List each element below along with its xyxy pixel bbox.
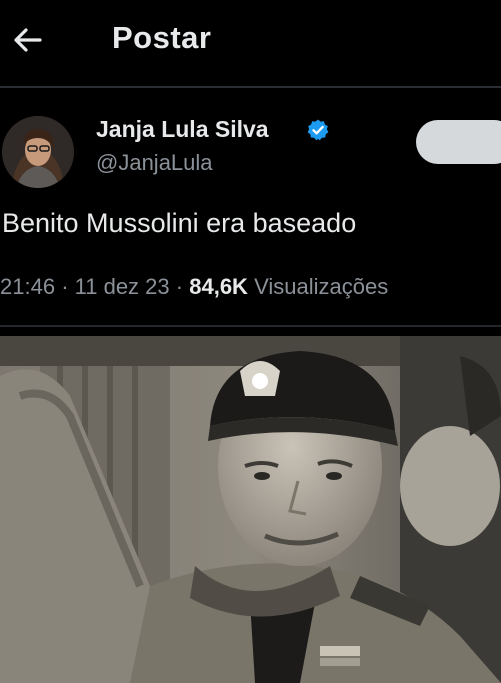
meta-separator: · xyxy=(61,274,69,299)
tweet: Janja Lula Silva @JanjaLula Benito Musso… xyxy=(0,88,501,333)
back-button[interactable] xyxy=(10,22,50,58)
verified-badge-icon xyxy=(307,119,329,141)
page-title: Postar xyxy=(112,20,212,55)
tweet-detail-screen: Postar Janja Lula Silva @JanjaLula Benit… xyxy=(0,0,501,683)
views-count[interactable]: 84,6K xyxy=(189,274,248,299)
follow-button[interactable] xyxy=(416,120,501,164)
meta-separator: · xyxy=(175,274,184,299)
tweet-date[interactable]: 11 dez 23 xyxy=(75,274,170,299)
author-handle[interactable]: @JanjaLula xyxy=(96,150,213,176)
avatar[interactable] xyxy=(2,116,74,188)
tweet-text: Benito Mussolini era baseado xyxy=(2,208,357,238)
top-bar: Postar xyxy=(0,0,501,88)
avatar-photo xyxy=(2,116,74,188)
divider xyxy=(0,325,501,327)
views-label[interactable]: Visualizações xyxy=(254,274,388,299)
tweet-image xyxy=(0,336,501,683)
tweet-time: 21:46 xyxy=(0,274,56,299)
arrow-left-icon xyxy=(14,28,42,52)
tweet-photo[interactable] xyxy=(0,336,501,683)
author-name[interactable]: Janja Lula Silva xyxy=(96,116,269,143)
tweet-meta: 21:46 · 11 dez 23 · 84,6K Visualizações xyxy=(0,274,388,300)
